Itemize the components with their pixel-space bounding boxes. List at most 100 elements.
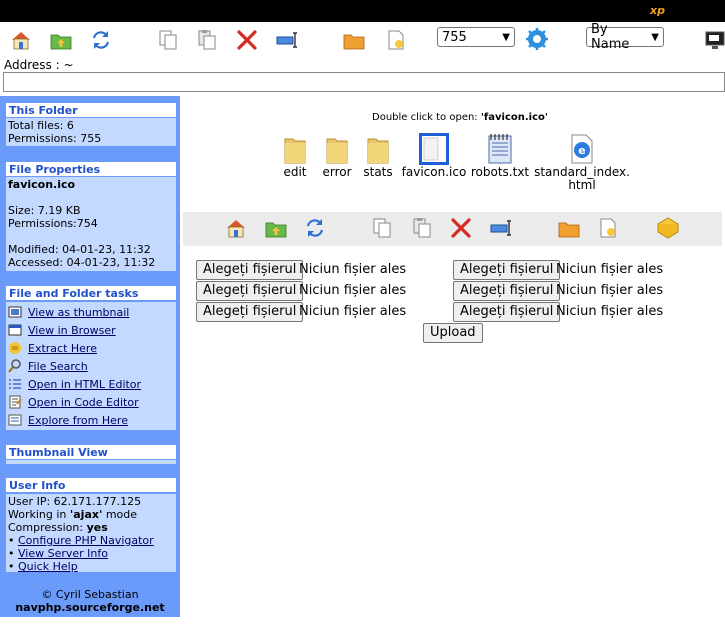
task-label[interactable]: File Search — [28, 360, 88, 373]
user-info-panel: User IP: 62.171.177.125 Working in 'ajax… — [6, 494, 176, 573]
no-file-label: Niciun fișier ales — [556, 304, 664, 319]
tasks-title: File and Folder tasks — [6, 286, 176, 300]
this-folder-title: This Folder — [6, 103, 176, 117]
no-file-label: Niciun fișier ales — [556, 262, 664, 277]
thumbnail-view-panel — [6, 460, 176, 464]
user-ip: User IP: 62.171.177.125 — [8, 495, 142, 508]
rename-icon[interactable] — [488, 215, 514, 241]
task-code-editor[interactable]: Open in Code Editor — [8, 393, 174, 411]
permission-select-value: 755 — [442, 29, 467, 45]
task-label[interactable]: View in Browser — [28, 324, 116, 337]
folder-icon — [278, 132, 312, 166]
file-permissions: Permissions:754 — [8, 217, 98, 230]
brand-logo: xp — [650, 4, 665, 17]
folder-permissions: Permissions: 755 — [8, 132, 102, 145]
monitor-icon[interactable] — [702, 27, 725, 53]
choose-file-button-6[interactable]: Alegeți fișierul — [453, 302, 561, 322]
choose-file-button-3[interactable]: Alegeți fișierul — [196, 281, 304, 301]
refresh-icon[interactable] — [88, 27, 114, 53]
file-name: favicon.ico — [8, 178, 76, 191]
choose-file-button-1[interactable]: Alegeți fișierul — [196, 260, 304, 280]
explore-icon — [8, 414, 22, 426]
permission-select[interactable]: 755 ▼ — [437, 27, 515, 47]
up-folder-icon[interactable] — [48, 27, 74, 53]
footer: © Cyril Sebastian navphp.sourceforge.net — [0, 588, 180, 614]
settings-gear-icon[interactable] — [524, 26, 550, 52]
task-label[interactable]: Open in HTML Editor — [28, 378, 141, 391]
copy-icon[interactable] — [369, 215, 395, 241]
file-item-html[interactable]: e standard_index. html — [534, 132, 630, 192]
file-item-folder[interactable]: error — [320, 132, 354, 179]
task-html-editor[interactable]: Open in HTML Editor — [8, 375, 174, 393]
upload-button[interactable]: Upload — [423, 323, 483, 343]
up-folder-icon[interactable] — [263, 215, 289, 241]
quick-help-link[interactable]: Quick Help — [18, 560, 78, 573]
task-label[interactable]: Extract Here — [28, 342, 97, 355]
sort-select-value: By Name — [591, 22, 630, 52]
task-extract-here[interactable]: Extract Here — [8, 339, 174, 357]
rename-icon[interactable] — [274, 27, 300, 53]
code-editor-icon — [9, 395, 22, 409]
copy-icon[interactable] — [155, 27, 181, 53]
file-name-label: standard_index. html — [534, 165, 630, 192]
quick-help-link-row: • Quick Help — [8, 560, 78, 573]
copyright: © Cyril Sebastian — [41, 588, 139, 601]
address-input[interactable] — [3, 72, 725, 92]
task-label[interactable]: View as thumbnail — [28, 306, 129, 319]
delete-icon[interactable] — [234, 27, 260, 53]
extract-icon — [9, 342, 21, 354]
paste-icon[interactable] — [194, 27, 220, 53]
chevron-down-icon: ▼ — [651, 31, 659, 43]
html-file-icon: e — [565, 132, 599, 166]
folder-icon — [320, 132, 354, 166]
no-file-label: Niciun fișier ales — [299, 283, 407, 298]
text-file-icon — [483, 132, 517, 166]
task-label[interactable]: Open in Code Editor — [28, 396, 139, 409]
paste-icon[interactable] — [409, 215, 435, 241]
view-server-info-link[interactable]: View Server Info — [18, 547, 108, 560]
choose-file-button-2[interactable]: Alegeți fișierul — [453, 260, 561, 280]
choose-file-button-4[interactable]: Alegeți fișierul — [453, 281, 561, 301]
browser-icon — [8, 324, 22, 336]
home-icon[interactable] — [8, 27, 34, 53]
task-explore-here[interactable]: Explore from Here — [8, 411, 174, 429]
thumbnail-view-title[interactable]: Thumbnail View — [6, 445, 176, 459]
configure-php-navigator-link[interactable]: Configure PHP Navigator — [18, 534, 154, 547]
file-item-folder[interactable]: edit — [278, 132, 312, 179]
secondary-toolbar — [183, 212, 722, 246]
file-item-ico[interactable]: favicon.ico — [402, 132, 466, 179]
no-file-label: Niciun fișier ales — [556, 283, 664, 298]
task-label[interactable]: Explore from Here — [28, 414, 128, 427]
thumbnail-icon — [8, 306, 22, 318]
extract-icon[interactable] — [655, 215, 681, 241]
configure-link-row: • Configure PHP Navigator — [8, 534, 154, 547]
this-folder-panel: Total files: 6 Permissions: 755 — [6, 118, 176, 146]
search-icon — [8, 359, 21, 373]
sort-select[interactable]: By Name ▼ — [586, 22, 664, 52]
no-file-label: Niciun fișier ales — [299, 262, 407, 277]
delete-icon[interactable] — [448, 215, 474, 241]
new-folder-icon[interactable] — [556, 215, 582, 241]
refresh-icon[interactable] — [302, 215, 328, 241]
task-view-browser[interactable]: View in Browser — [8, 321, 174, 339]
file-name-label: error — [322, 165, 352, 179]
server-info-link-row: • View Server Info — [8, 547, 108, 560]
double-click-hint: Double click to open: 'favicon.ico' — [372, 112, 548, 123]
file-item-txt[interactable]: robots.txt — [471, 132, 529, 179]
image-file-icon — [417, 132, 451, 166]
home-icon[interactable] — [223, 215, 249, 241]
new-folder-icon[interactable] — [341, 27, 367, 53]
address-label: Address : ~ — [4, 58, 74, 72]
file-item-folder[interactable]: stats — [361, 132, 395, 179]
svg-text:e: e — [578, 144, 585, 157]
new-file-icon[interactable] — [383, 27, 409, 53]
task-view-thumbnail[interactable]: View as thumbnail — [8, 303, 174, 321]
user-info-title: User Info — [6, 478, 176, 492]
new-file-icon[interactable] — [595, 215, 621, 241]
site-url: navphp.sourceforge.net — [15, 601, 165, 614]
html-editor-icon — [9, 379, 21, 389]
working-mode: Working in 'ajax' mode — [8, 508, 138, 521]
sidebar: This Folder Total files: 6 Permissions: … — [0, 96, 180, 617]
task-file-search[interactable]: File Search — [8, 357, 174, 375]
choose-file-button-5[interactable]: Alegeți fișierul — [196, 302, 304, 322]
